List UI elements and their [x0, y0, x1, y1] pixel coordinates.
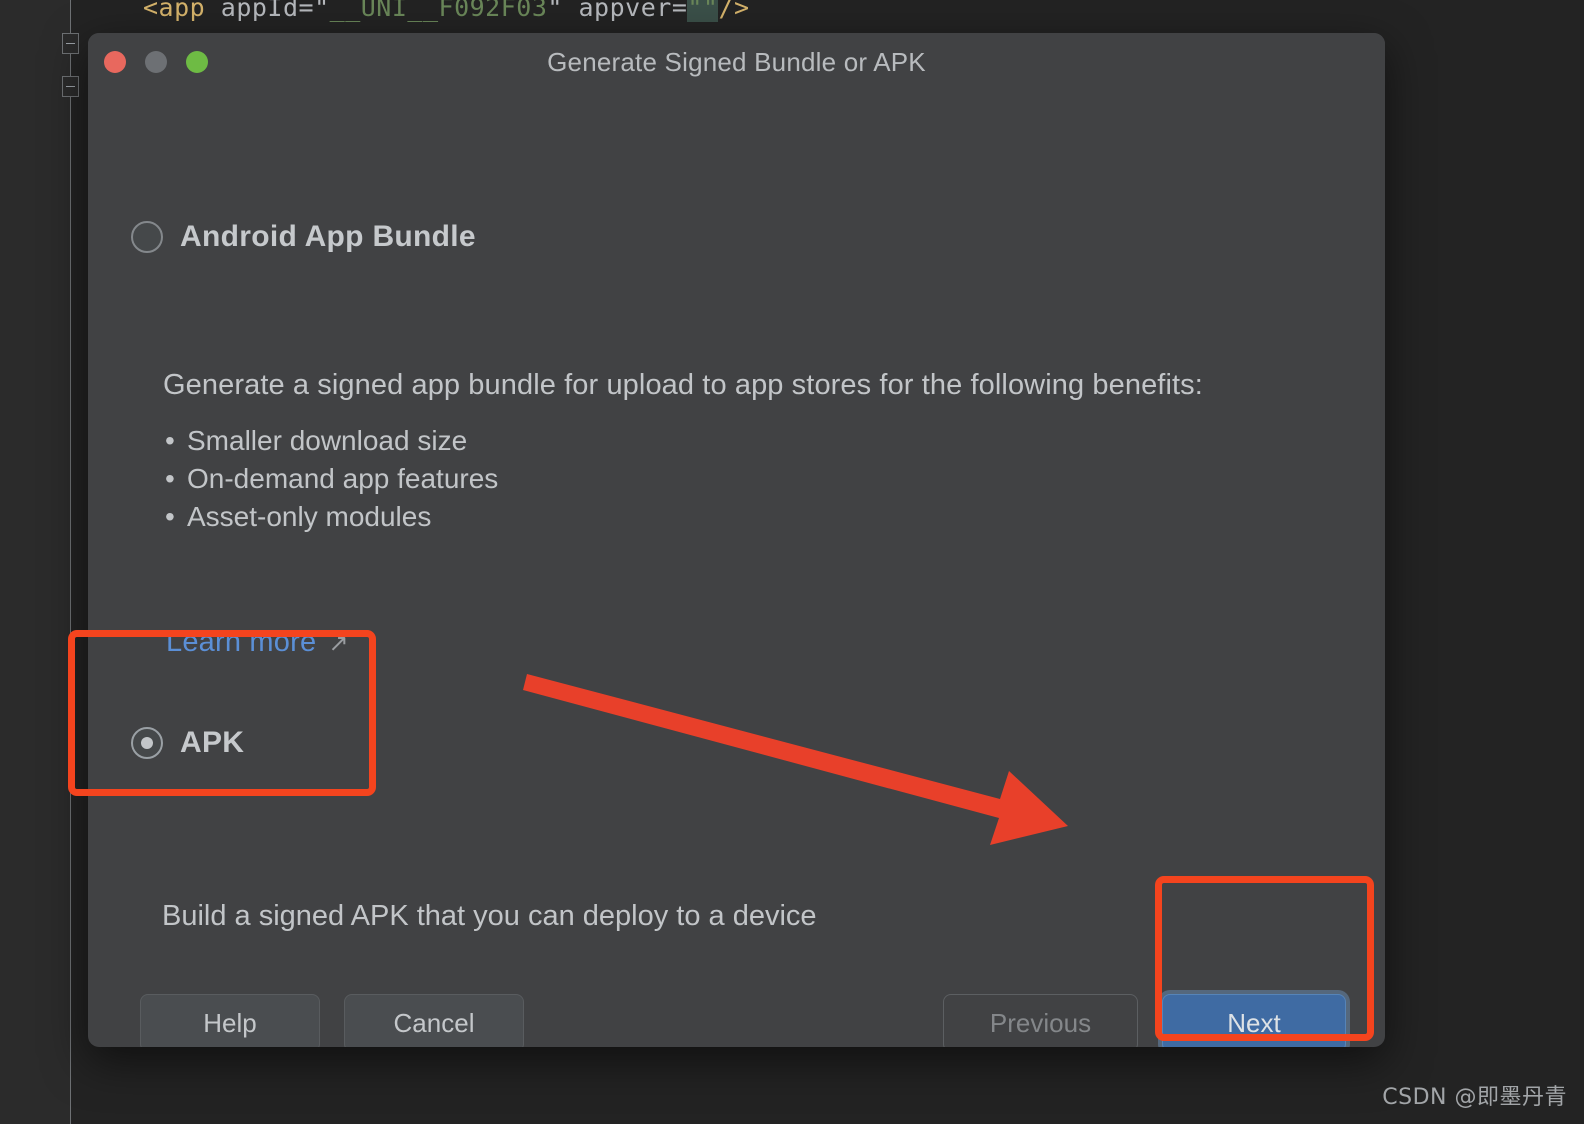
generate-signed-bundle-dialog: Generate Signed Bundle or APK Android Ap… — [88, 33, 1385, 1047]
list-item: On-demand app features — [163, 460, 498, 498]
learn-more-link[interactable]: Learn more ↗ — [166, 626, 348, 659]
dialog-body: Android App Bundle Generate a signed app… — [88, 89, 1385, 1047]
code-token-appid-value: __UNI__F092F03 — [329, 0, 548, 22]
bundle-benefits-list: Smaller download size On-demand app feat… — [163, 422, 498, 536]
dialog-footer: Help Cancel Previous Next — [88, 994, 1385, 1047]
fold-rail-bottom — [70, 97, 71, 1124]
radio-label-apk: APK — [180, 726, 245, 759]
code-token-attr-appver: appver — [578, 0, 672, 22]
bundle-description: Generate a signed app bundle for upload … — [163, 369, 1203, 401]
cancel-button[interactable]: Cancel — [344, 994, 524, 1047]
help-button[interactable]: Help — [140, 994, 320, 1047]
code-token-tag-close: /> — [718, 0, 750, 22]
list-item: Asset-only modules — [163, 498, 498, 536]
dialog-title: Generate Signed Bundle or APK — [547, 47, 926, 77]
previous-button[interactable]: Previous — [943, 994, 1138, 1047]
editor-gutter — [0, 0, 70, 1124]
code-token-eq-2: = — [671, 0, 688, 22]
dialog-titlebar[interactable]: Generate Signed Bundle or APK — [88, 33, 1385, 89]
fold-rail-mid — [70, 54, 71, 76]
code-token-attr-appid: appId — [220, 0, 299, 22]
screen: <app appId="__UNI__F092F03" appver=""/> … — [0, 0, 1584, 1124]
code-token-eq-1: =" — [298, 0, 330, 22]
list-item: Smaller download size — [163, 422, 498, 460]
watermark: CSDN @即墨丹青 — [1382, 1085, 1567, 1110]
radio-option-apk[interactable]: APK — [131, 726, 244, 760]
radio-icon-bundle[interactable] — [131, 221, 163, 253]
radio-label-bundle: Android App Bundle — [180, 220, 476, 253]
external-link-icon: ↗ — [328, 630, 349, 657]
radio-option-android-app-bundle[interactable]: Android App Bundle — [131, 220, 476, 254]
code-line-app-tag[interactable]: <app appId="__UNI__F092F03" appver=""/> — [143, 0, 750, 22]
code-token-quote-close: " — [547, 0, 563, 22]
learn-more-label: Learn more — [166, 626, 317, 658]
code-token-tag: <app — [143, 0, 206, 22]
code-token-appver-value: "" — [687, 0, 719, 22]
apk-description: Build a signed APK that you can deploy t… — [162, 900, 817, 932]
radio-icon-apk[interactable] — [131, 727, 163, 759]
code-fold-marker-1[interactable] — [62, 33, 79, 54]
next-button[interactable]: Next — [1162, 994, 1346, 1047]
code-fold-marker-2[interactable] — [62, 76, 79, 97]
